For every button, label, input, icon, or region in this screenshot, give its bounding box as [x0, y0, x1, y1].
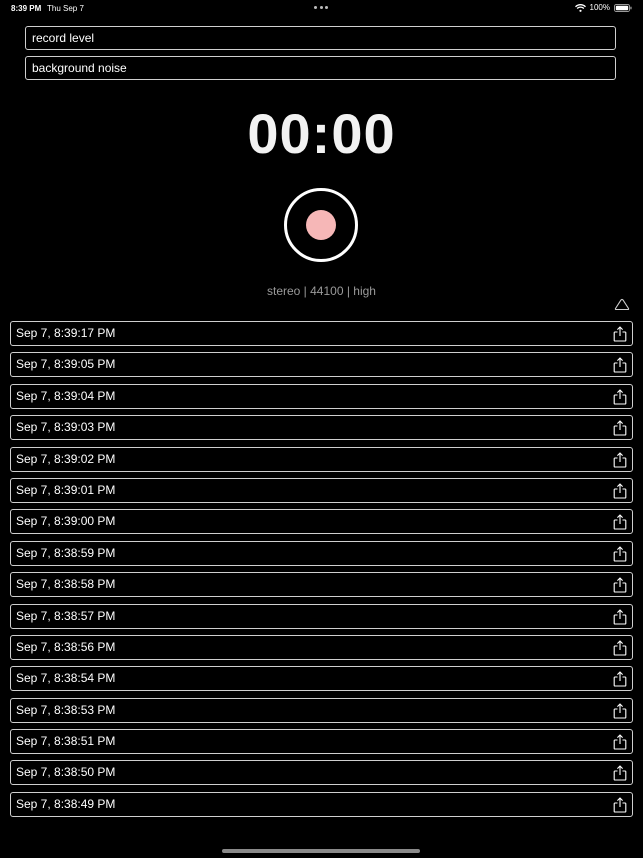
share-icon[interactable]: [613, 326, 627, 342]
share-icon[interactable]: [613, 734, 627, 750]
recording-timestamp: Sep 7, 8:39:04 PM: [16, 388, 116, 403]
recording-timestamp: Sep 7, 8:38:54 PM: [16, 671, 116, 686]
recording-timestamp: Sep 7, 8:38:49 PM: [16, 796, 116, 811]
status-time: 8:39 PM: [11, 4, 42, 13]
recording-item[interactable]: Sep 7, 8:38:53 PM: [10, 697, 633, 723]
audio-settings-summary[interactable]: stereo | 44100 | high: [0, 284, 643, 298]
recording-timestamp: Sep 7, 8:38:50 PM: [16, 765, 116, 780]
record-level-field[interactable]: record level: [25, 26, 616, 50]
recording-timestamp: Sep 7, 8:39:02 PM: [16, 451, 116, 466]
share-icon[interactable]: [613, 483, 627, 499]
recording-timestamp: Sep 7, 8:38:53 PM: [16, 702, 116, 717]
multitasking-dots-icon[interactable]: [314, 6, 328, 9]
recording-timestamp: Sep 7, 8:38:56 PM: [16, 639, 116, 654]
recording-timestamp: Sep 7, 8:38:59 PM: [16, 545, 116, 560]
timer-display: 00:00: [247, 102, 396, 165]
share-icon[interactable]: [613, 797, 627, 813]
share-icon[interactable]: [613, 545, 627, 562]
recordings-list: Sep 7, 8:39:17 PM Sep 7, 8:39:05 PM Sep 7,…: [10, 321, 633, 823]
recording-item[interactable]: Sep 7, 8:39:02 PM: [10, 446, 633, 472]
status-date: Thu Sep 7: [47, 4, 84, 13]
share-icon[interactable]: [613, 577, 627, 593]
record-button[interactable]: [284, 188, 358, 262]
recording-item[interactable]: Sep 7, 8:39:00 PM: [10, 509, 633, 535]
status-indicators: 100%: [574, 3, 632, 12]
share-icon[interactable]: [613, 357, 627, 373]
recording-item[interactable]: Sep 7, 8:38:50 PM: [10, 760, 633, 786]
share-icon[interactable]: [613, 640, 627, 656]
share-icon[interactable]: [613, 702, 627, 719]
recording-item[interactable]: Sep 7, 8:39:01 PM: [10, 477, 633, 503]
wifi-icon: [574, 3, 586, 12]
share-icon[interactable]: [613, 608, 627, 625]
recording-item[interactable]: Sep 7, 8:38:54 PM: [10, 666, 633, 692]
chevron-up-icon[interactable]: [614, 297, 630, 311]
recording-timestamp: Sep 7, 8:39:05 PM: [16, 357, 116, 372]
share-icon[interactable]: [613, 420, 627, 436]
recording-item[interactable]: Sep 7, 8:38:59 PM: [10, 540, 633, 566]
recording-timestamp: Sep 7, 8:39:00 PM: [16, 514, 116, 529]
battery-percentage: 100%: [589, 3, 610, 12]
recording-timestamp: Sep 7, 8:38:57 PM: [16, 608, 116, 623]
record-dot-icon: [306, 210, 336, 240]
recording-item[interactable]: Sep 7, 8:39:04 PM: [10, 383, 633, 409]
share-icon[interactable]: [613, 451, 627, 468]
recording-timestamp: Sep 7, 8:39:03 PM: [16, 420, 116, 435]
recording-item[interactable]: Sep 7, 8:39:17 PM: [10, 321, 633, 346]
recording-item[interactable]: Sep 7, 8:39:05 PM: [10, 352, 633, 378]
share-icon[interactable]: [613, 514, 627, 530]
recording-timestamp: Sep 7, 8:38:58 PM: [16, 577, 116, 592]
background-noise-field[interactable]: background noise: [25, 56, 616, 80]
recording-item[interactable]: Sep 7, 8:38:49 PM: [10, 791, 633, 817]
battery-icon: [614, 3, 632, 12]
home-indicator[interactable]: [222, 849, 420, 853]
recording-timestamp: Sep 7, 8:39:01 PM: [16, 482, 116, 497]
recording-timestamp: Sep 7, 8:38:51 PM: [16, 734, 116, 749]
share-icon[interactable]: [613, 389, 627, 405]
share-icon[interactable]: [613, 671, 627, 687]
recording-item[interactable]: Sep 7, 8:38:56 PM: [10, 634, 633, 660]
share-icon[interactable]: [613, 765, 627, 782]
recording-item[interactable]: Sep 7, 8:39:03 PM: [10, 415, 633, 441]
recording-item[interactable]: Sep 7, 8:38:58 PM: [10, 572, 633, 598]
recording-item[interactable]: Sep 7, 8:38:57 PM: [10, 603, 633, 629]
status-bar: 8:39 PM Thu Sep 7 100%: [0, 0, 643, 16]
recording-timestamp: Sep 7, 8:39:17 PM: [16, 326, 116, 340]
recording-item[interactable]: Sep 7, 8:38:51 PM: [10, 729, 633, 755]
